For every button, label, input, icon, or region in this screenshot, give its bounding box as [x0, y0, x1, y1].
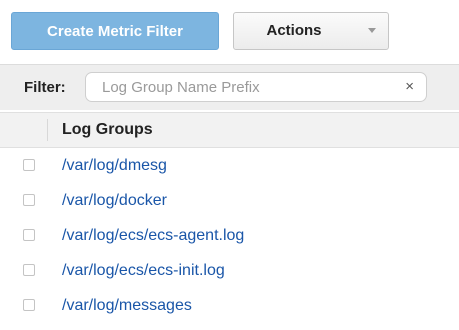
log-group-link[interactable]: /var/log/ecs/ecs-agent.log: [62, 218, 244, 253]
row-checkbox[interactable]: [23, 194, 35, 206]
row-checkbox[interactable]: [23, 159, 35, 171]
table-row: /var/log/ecs/ecs-agent.log: [0, 218, 459, 253]
close-icon[interactable]: ×: [405, 73, 414, 101]
table-row: /var/log/messages: [0, 288, 459, 323]
log-group-link[interactable]: /var/log/dmesg: [62, 148, 167, 183]
chevron-down-icon: [368, 28, 376, 33]
log-groups-page: Create Metric Filter Actions Filter: × L…: [0, 0, 459, 330]
actions-dropdown-button[interactable]: Actions: [233, 12, 389, 50]
log-groups-list: /var/log/dmesg /var/log/docker /var/log/…: [0, 148, 459, 323]
column-header-log-groups[interactable]: Log Groups: [62, 113, 153, 147]
filter-bar: Filter: ×: [0, 64, 459, 110]
column-separator: [47, 119, 48, 141]
row-checkbox[interactable]: [23, 299, 35, 311]
actions-label: Actions: [266, 22, 322, 39]
table-header: Log Groups: [0, 112, 459, 148]
log-group-filter-input[interactable]: [102, 73, 382, 101]
table-row: /var/log/ecs/ecs-init.log: [0, 253, 459, 288]
table-row: /var/log/docker: [0, 183, 459, 218]
row-checkbox[interactable]: [23, 229, 35, 241]
filter-input-container: ×: [85, 72, 427, 102]
toolbar: Create Metric Filter Actions: [0, 0, 459, 62]
log-group-link[interactable]: /var/log/messages: [62, 288, 192, 323]
log-group-link[interactable]: /var/log/docker: [62, 183, 167, 218]
filter-label: Filter:: [24, 79, 66, 96]
log-group-link[interactable]: /var/log/ecs/ecs-init.log: [62, 253, 225, 288]
row-checkbox[interactable]: [23, 264, 35, 276]
table-row: /var/log/dmesg: [0, 148, 459, 183]
create-metric-filter-button[interactable]: Create Metric Filter: [11, 12, 219, 50]
